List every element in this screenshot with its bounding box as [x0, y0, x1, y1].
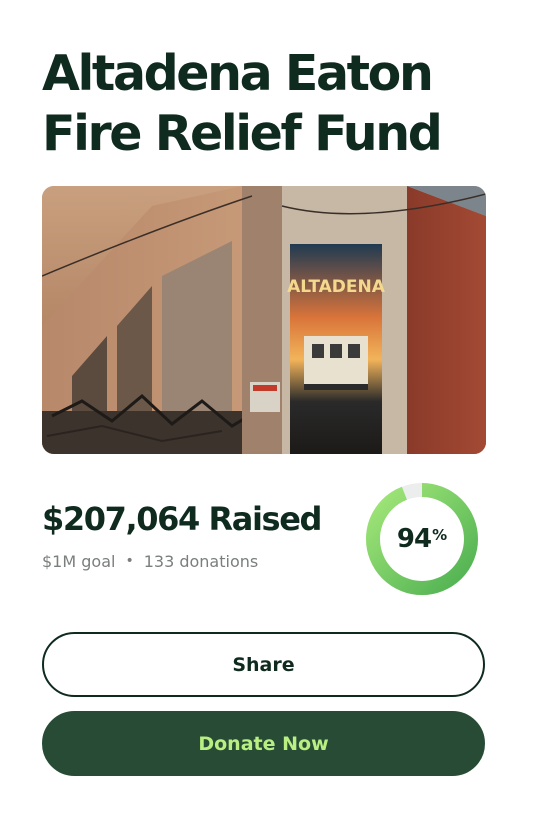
fundraising-meta: $1M goal • 133 donations [42, 552, 258, 571]
separator-dot: • [125, 553, 134, 569]
page-title: Altadena Eaton Fire Relief Fund [42, 45, 443, 162]
progress-unit: % [432, 526, 448, 544]
goal-label: $1M goal [42, 552, 116, 571]
donate-now-button[interactable]: Donate Now [42, 711, 485, 776]
progress-percent: 94% [365, 482, 479, 596]
mural-sign-text: ALTADENA [287, 277, 386, 297]
donations-count: 133 donations [143, 552, 259, 571]
hero-image: ALTADENA [42, 186, 486, 454]
amount-raised: $207,064 Raised [42, 500, 322, 538]
progress-value: 94 [396, 524, 432, 554]
burned-building-photo: ALTADENA [42, 186, 486, 454]
progress-ring: 94% [365, 482, 479, 596]
share-button[interactable]: Share [42, 632, 485, 697]
